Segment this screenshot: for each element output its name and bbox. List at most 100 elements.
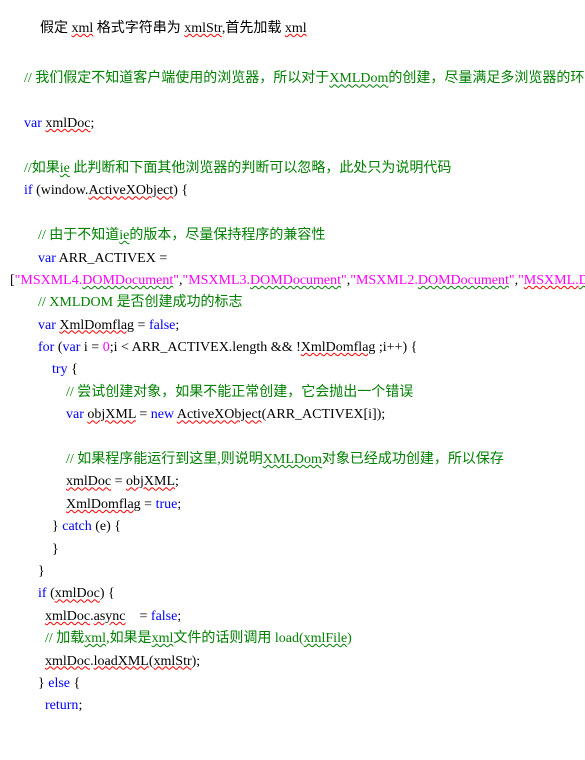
t: MSXML2. bbox=[356, 273, 418, 288]
ws bbox=[10, 452, 66, 467]
t: 的版本，尽量保持程序的兼容性 bbox=[129, 228, 325, 243]
ws bbox=[10, 631, 45, 646]
t: 此判断和下面其他浏览器的判断可以忽略，此处只为说明代码 bbox=[70, 161, 452, 176]
kw: true bbox=[156, 497, 178, 512]
id: xmlDoc bbox=[45, 654, 90, 669]
ws bbox=[10, 295, 38, 310]
kw: false bbox=[151, 609, 177, 624]
comment: // 加载xml,如果是xml文件的话则调用 load(xmlFile) bbox=[45, 631, 352, 646]
blank-line bbox=[10, 136, 575, 158]
code-line: // 如果程序能运行到这里,则说明XMLDom对象已经成功创建，所以保存 bbox=[10, 449, 575, 471]
t: ie bbox=[119, 228, 129, 243]
code-line: // 尝试创建对象，如果不能正常创建，它会抛出一个错误 bbox=[10, 382, 575, 404]
ws bbox=[10, 251, 38, 266]
t: MSXML3. bbox=[188, 273, 250, 288]
t: ;i++) { bbox=[375, 340, 417, 355]
t: } bbox=[10, 676, 48, 691]
kw: var bbox=[38, 251, 56, 266]
code-line: } else { bbox=[10, 673, 575, 695]
t: = bbox=[126, 609, 151, 624]
t: ) { bbox=[173, 183, 188, 198]
t: // 加载 bbox=[45, 631, 84, 646]
t: // 我们假定不知道客户端使用的浏览器，所以对于 bbox=[24, 71, 329, 86]
code-line: for (var i = 0;i < ARR_ACTIVEX.length &&… bbox=[10, 337, 575, 359]
t: MSXML4. bbox=[20, 273, 82, 288]
id: xmlDoc bbox=[45, 609, 90, 624]
ws bbox=[10, 183, 24, 198]
kw: var bbox=[24, 116, 42, 131]
t: (ARR_ACTIVEX[i]); bbox=[262, 407, 386, 422]
code-line: xmlDoc = objXML; bbox=[10, 471, 575, 493]
t: ARR_ACTIVEX = bbox=[56, 251, 171, 266]
t: } bbox=[10, 542, 59, 557]
kw: var bbox=[66, 407, 84, 422]
t: 假定 bbox=[40, 21, 68, 36]
kw: try bbox=[52, 362, 68, 377]
code-line: var XmlDomflag = false; bbox=[10, 315, 575, 337]
string: "MSXML3.DOMDocument" bbox=[182, 273, 346, 288]
id: objXML bbox=[87, 407, 135, 422]
t: // bbox=[38, 295, 49, 310]
t: xml bbox=[72, 21, 94, 36]
t: ; bbox=[175, 318, 179, 333]
code-line: xmlDoc.async = false; bbox=[10, 606, 575, 628]
code-line: // 我们假定不知道客户端使用的浏览器，所以对于XMLDom的创建，尽量满足多浏… bbox=[10, 68, 575, 90]
comment: // 尝试创建对象，如果不能正常创建，它会抛出一个错误 bbox=[66, 385, 413, 400]
ws bbox=[10, 654, 45, 669]
ws bbox=[10, 385, 66, 400]
comment: //如果ie 此判断和下面其他浏览器的判断可以忽略，此处只为说明代码 bbox=[24, 161, 451, 176]
code-line: //如果ie 此判断和下面其他浏览器的判断可以忽略，此处只为说明代码 bbox=[10, 158, 575, 180]
ws bbox=[10, 116, 24, 131]
ws bbox=[10, 586, 38, 601]
ws bbox=[10, 71, 24, 86]
code-line: if (window.ActiveXObject) { bbox=[10, 180, 575, 202]
t: ) { bbox=[100, 586, 115, 601]
t: // 由于不知道 bbox=[38, 228, 119, 243]
id: objXML bbox=[126, 474, 175, 489]
t: DOMDocument bbox=[82, 273, 173, 288]
t: ); bbox=[192, 654, 201, 669]
code-line: var xmlDoc; bbox=[10, 113, 575, 135]
t: DOMDocument bbox=[579, 273, 585, 288]
ws bbox=[10, 407, 66, 422]
t: = bbox=[141, 497, 156, 512]
id: xmlDoc bbox=[66, 474, 111, 489]
t: 是否创建成功的标志 bbox=[113, 295, 243, 310]
ws bbox=[10, 362, 52, 377]
id: xmlStr bbox=[154, 654, 192, 669]
string: "MSXML4.DOMDocument" bbox=[15, 273, 179, 288]
t: ,如果是 bbox=[106, 631, 152, 646]
kw: return bbox=[45, 698, 78, 713]
kw: false bbox=[149, 318, 175, 333]
t: ie bbox=[60, 161, 70, 176]
t: // 如果程序能运行到这里,则说明 bbox=[66, 452, 263, 467]
t: xml bbox=[84, 631, 106, 646]
t: ( bbox=[47, 586, 55, 601]
t: { bbox=[70, 676, 80, 691]
t: XMLDom bbox=[263, 452, 322, 467]
t: DOMDocument bbox=[250, 273, 341, 288]
code-line: if (xmlDoc) { bbox=[10, 583, 575, 605]
ws bbox=[10, 161, 24, 176]
code-line: return; bbox=[10, 695, 575, 717]
string: "MSXML.DOMDocument" bbox=[518, 273, 585, 288]
ws bbox=[10, 474, 66, 489]
ws bbox=[10, 340, 38, 355]
t: ; bbox=[177, 497, 181, 512]
t: ;i < ARR_ACTIVEX.length && ! bbox=[110, 340, 301, 355]
t: XMLDOM bbox=[49, 295, 113, 310]
t: ) bbox=[347, 631, 352, 646]
ws bbox=[10, 228, 38, 243]
code-line: try { bbox=[10, 359, 575, 381]
t: ; bbox=[177, 609, 181, 624]
code-line: var objXML = new ActiveXObject(ARR_ACTIV… bbox=[10, 404, 575, 426]
t: //如果 bbox=[24, 161, 60, 176]
t: (window. bbox=[33, 183, 89, 198]
t: 格式字符串为 bbox=[97, 21, 181, 36]
t: ( bbox=[54, 340, 62, 355]
t: xml bbox=[152, 631, 174, 646]
blank-line bbox=[10, 203, 575, 225]
t: i = bbox=[80, 340, 102, 355]
t: 的创建，尽量满足多浏览器的环境 bbox=[388, 71, 585, 86]
t: { bbox=[68, 362, 78, 377]
